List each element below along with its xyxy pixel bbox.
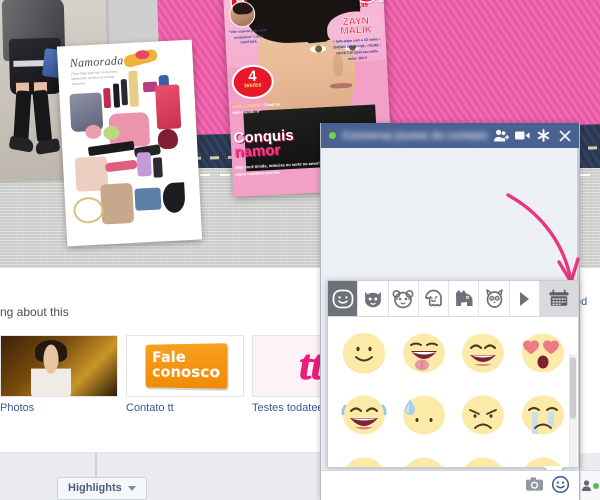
tile-photos[interactable]: Photos [0,335,118,414]
highlights-dropdown[interactable]: Highlights [57,477,147,500]
magazine-headline: Conquis namor [233,126,295,161]
tab-tiger-stickers[interactable] [388,281,419,316]
emoji-sticker-picker[interactable] [327,280,579,468]
tile-contato-tt[interactable]: Fale conosco Contato tt [126,335,244,414]
emoji-row3-a[interactable] [335,448,393,467]
tab-sticker-store[interactable] [539,281,578,316]
emoji-disappointed[interactable] [455,386,513,444]
highlights-label: Highlights [68,482,122,494]
photos-thumbnail[interactable] [0,335,118,397]
tile-caption[interactable]: Photos [0,402,118,414]
emoji-grin[interactable] [455,324,513,382]
emoji-scrollbar-thumb[interactable] [570,357,576,419]
online-indicator-icon [593,482,599,489]
chevron-down-icon [127,485,136,491]
emoji-sweat[interactable] [395,386,453,444]
emoji-crying[interactable] [514,386,572,444]
emoji-smile[interactable] [335,324,393,382]
emoji-grid[interactable] [328,317,578,467]
emoji-row3-c[interactable] [455,448,513,467]
settings-gear-icon[interactable] [536,128,551,143]
chat-footer-toolbar[interactable] [321,470,579,500]
fale-logo-line2: conosco [151,362,221,382]
tab-next-arrow[interactable] [509,281,540,316]
sticker-smiley-icon[interactable] [551,475,570,496]
emoji-heart-eyes[interactable] [514,324,572,382]
emoji-row3-b[interactable] [395,448,453,467]
magazine-zayn-blurb: ZAYN MALIK + bate-papo com a 1D sobre • … [332,15,381,61]
tab-owl-stickers[interactable] [479,281,510,316]
about-text: ng about this [0,305,69,319]
magazine-inset-caption: "Vale esperar pelo amor verdadeiro" LUAN… [228,28,268,45]
person-icon [582,480,591,491]
add-people-icon[interactable] [494,128,509,143]
emoji-row3-d[interactable] [514,448,572,467]
tab-dino-stickers[interactable] [449,281,480,316]
emoji-tongue-out[interactable] [395,324,453,382]
camera-icon[interactable] [526,477,543,494]
close-icon[interactable] [557,128,572,143]
tab-emoticons[interactable] [328,281,359,316]
tile-caption[interactable]: Contato tt [126,402,244,414]
chat-online-friends-button[interactable] [580,470,600,500]
chat-contact-name: Conversa (nome do contato) [342,129,488,142]
tab-ghost-stickers[interactable] [418,281,450,316]
page-tiles: Photos Fale conosco Contato tt tt Testes… [0,335,370,414]
video-call-icon[interactable] [515,128,530,143]
tab-cat-stickers[interactable] [358,281,389,316]
emoji-category-tabs[interactable] [328,281,578,317]
magazine-collage-page: Namorada gata Fique linda para sair no d… [56,39,203,247]
chat-window-header[interactable]: Conversa (nome do contato) [321,123,579,148]
online-status-icon [329,132,336,139]
fale-conosco-thumbnail[interactable]: Fale conosco [126,335,244,397]
emoji-laughing-tears[interactable] [335,386,393,444]
